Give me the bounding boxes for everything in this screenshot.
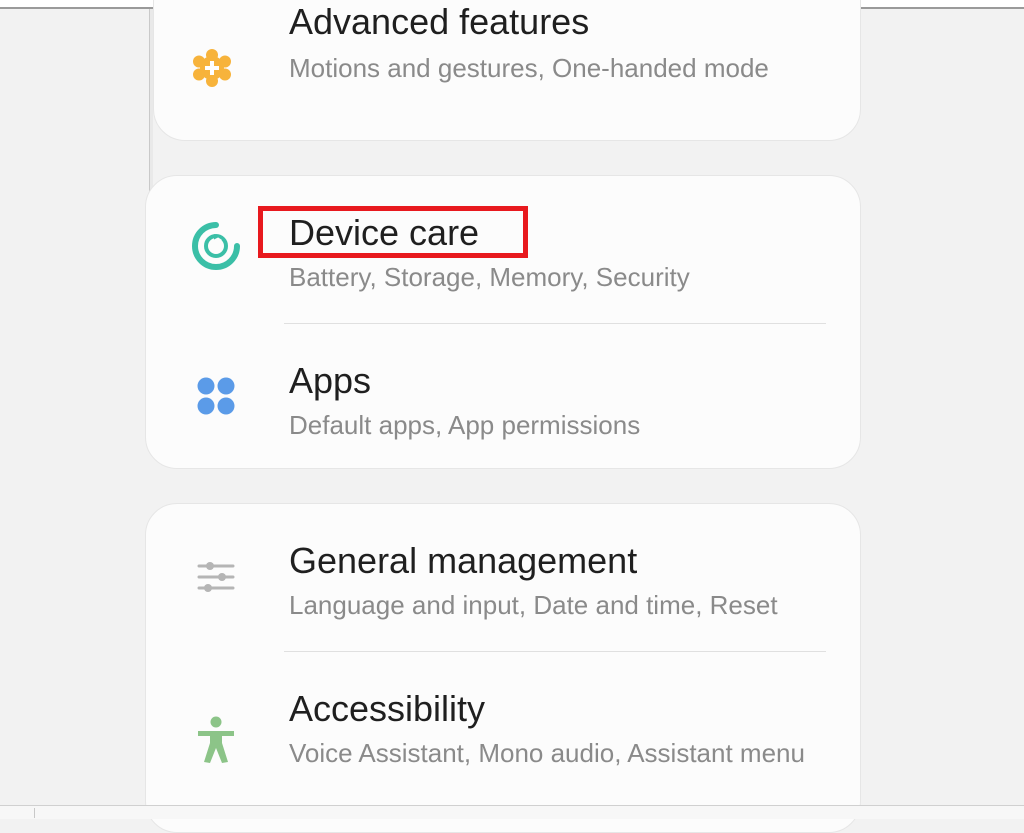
sliders-icon (191, 552, 241, 602)
apps-title: Apps (289, 360, 372, 401)
bottom-strip-mark (0, 808, 35, 818)
advanced-features-title: Advanced features (289, 1, 590, 42)
advanced-features-subtitle: Motions and gestures, One-handed mode (289, 53, 769, 83)
apps-grid-icon (191, 371, 241, 421)
advanced-features-gear-plus-icon (187, 43, 237, 93)
settings-group-system: General management Language and input, D… (145, 503, 861, 833)
device-care-subtitle: Battery, Storage, Memory, Security (289, 262, 690, 292)
setting-item-apps[interactable]: Apps Default apps, App permissions (146, 324, 860, 468)
window-bottom-strip (0, 805, 1024, 819)
settings-group-advanced: Advanced features Motions and gestures, … (153, 0, 861, 141)
accessibility-subtitle: Voice Assistant, Mono audio, Assistant m… (289, 738, 805, 768)
device-care-refresh-icon (191, 221, 241, 271)
general-management-subtitle: Language and input, Date and time, Reset (289, 590, 778, 620)
apps-subtitle: Default apps, App permissions (289, 410, 641, 440)
general-management-title: General management (289, 540, 638, 581)
accessibility-person-icon (191, 715, 241, 765)
accessibility-title: Accessibility (289, 688, 486, 729)
device-care-highlight-box (258, 206, 528, 258)
setting-item-advanced-features[interactable]: Advanced features Motions and gestures, … (154, 1, 860, 140)
setting-item-general-management[interactable]: General management Language and input, D… (146, 504, 860, 651)
